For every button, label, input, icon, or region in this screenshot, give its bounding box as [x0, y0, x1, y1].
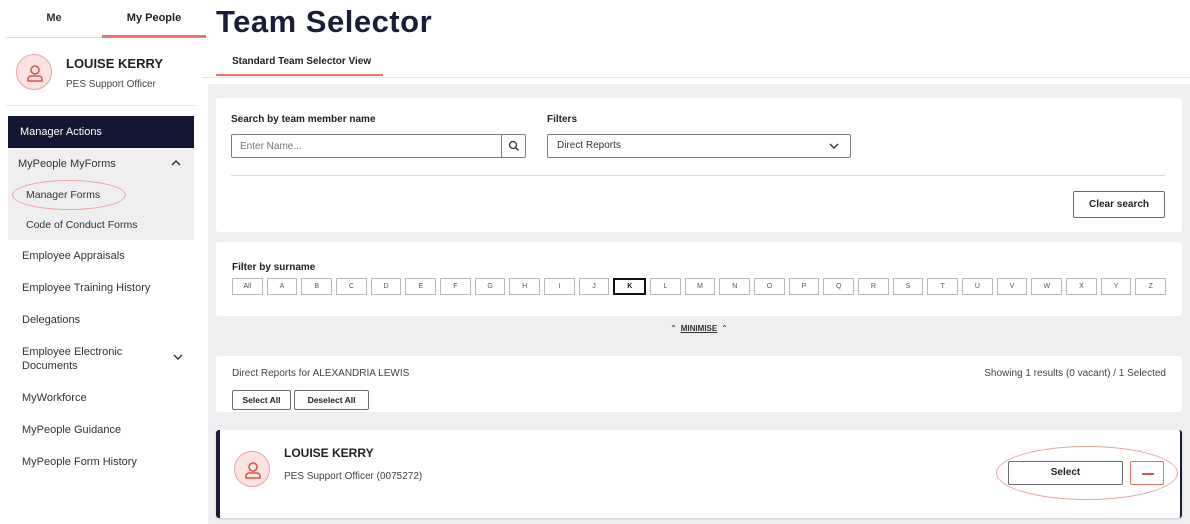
- select-all-button[interactable]: Select All: [232, 390, 291, 410]
- letter-filter-d[interactable]: D: [370, 278, 402, 295]
- sidebar-tabs: Me My People: [6, 0, 206, 38]
- letter-filter-h[interactable]: H: [509, 278, 541, 295]
- user-icon: [27, 65, 43, 82]
- letter-filter-z[interactable]: Z: [1135, 278, 1167, 295]
- surname-filter-card: Filter by surname All A B C D E F G H I J K L M N O P Q R S…: [216, 242, 1182, 316]
- surname-filter-label: Filter by surname: [232, 262, 316, 273]
- menu-employee-electronic-documents[interactable]: Employee Electronic Documents: [0, 336, 196, 382]
- member-role: PES Support Officer (0075272): [284, 471, 423, 482]
- member-name: LOUISE KERRY: [284, 446, 374, 460]
- search-button[interactable]: [501, 135, 525, 157]
- tab-divider: [202, 77, 1190, 78]
- letter-filter-r[interactable]: R: [858, 278, 889, 295]
- menu-mypeople-form-history[interactable]: MyPeople Form History: [0, 446, 196, 478]
- select-member-button[interactable]: Select: [1008, 461, 1123, 485]
- search-box: [231, 134, 526, 158]
- letter-filter-v[interactable]: V: [996, 278, 1028, 295]
- filters-label: Filters: [547, 114, 578, 125]
- chevron-up-icon: ⌃: [670, 324, 677, 333]
- letter-filter-n[interactable]: N: [719, 278, 751, 295]
- letter-filter-o[interactable]: O: [754, 278, 785, 295]
- tab-my-people[interactable]: My People: [102, 0, 206, 38]
- menu-group-label: MyPeople MyForms: [18, 158, 116, 170]
- tab-me[interactable]: Me: [6, 0, 102, 38]
- divider: [231, 175, 1165, 176]
- minimise-label: MINIMISE: [680, 324, 718, 333]
- page-title: Team Selector: [216, 4, 433, 39]
- letter-filter-p[interactable]: P: [788, 278, 820, 295]
- menu-group-mypeople-myforms: MyPeople MyForms Manager Forms Code of C…: [8, 148, 194, 240]
- profile-role: PES Support Officer: [66, 79, 156, 90]
- sidebar-menu: Manager Actions MyPeople MyForms Manager…: [0, 116, 196, 478]
- deselect-all-button[interactable]: Deselect All: [294, 390, 369, 410]
- user-icon: [245, 462, 261, 479]
- avatar: [16, 54, 52, 90]
- letter-filter-c[interactable]: C: [336, 278, 367, 295]
- remove-member-button[interactable]: [1130, 461, 1164, 485]
- letter-filter-e[interactable]: E: [405, 278, 437, 295]
- panel-area: Search by team member name Filters Direc…: [208, 84, 1190, 524]
- filters-select-value: Direct Reports: [557, 140, 621, 151]
- minimise-toggle[interactable]: ⌃ MINIMISE ⌃: [216, 324, 1182, 333]
- main-content: Team Selector Standard Team Selector Vie…: [202, 0, 1190, 524]
- letter-filter-i[interactable]: I: [544, 278, 575, 295]
- avatar: [234, 451, 270, 487]
- user-profile: LOUISE KERRY PES Support Officer: [6, 44, 196, 106]
- menu-manager-forms[interactable]: Manager Forms: [8, 180, 194, 210]
- profile-name: LOUISE KERRY: [66, 56, 164, 71]
- minus-icon: [1142, 473, 1154, 475]
- menu-manager-actions[interactable]: Manager Actions: [8, 116, 194, 148]
- letter-filter-j[interactable]: J: [578, 278, 610, 295]
- menu-mypeople-guidance[interactable]: MyPeople Guidance: [0, 414, 196, 446]
- letter-filter-t[interactable]: T: [927, 278, 959, 295]
- letter-filter-row: All A B C D E F G H I J K L M N O P Q R S T U V W X Y Z: [232, 278, 1167, 295]
- letter-filter-q[interactable]: Q: [823, 278, 855, 295]
- chevron-up-icon: [171, 160, 181, 166]
- tab-standard-team-selector-view[interactable]: Standard Team Selector View: [216, 52, 384, 76]
- results-title: Direct Reports for ALEXANDRIA LEWIS: [232, 368, 410, 379]
- search-card: Search by team member name Filters Direc…: [216, 98, 1182, 232]
- letter-filter-l[interactable]: L: [650, 278, 681, 295]
- letter-filter-f[interactable]: F: [440, 278, 471, 295]
- letter-filter-s[interactable]: S: [892, 278, 924, 295]
- menu-employee-training-history[interactable]: Employee Training History: [0, 272, 196, 304]
- letter-filter-b[interactable]: B: [301, 278, 333, 295]
- sidebar: Me My People LOUISE KERRY PES Support Of…: [0, 0, 206, 524]
- menu-code-of-conduct-forms[interactable]: Code of Conduct Forms: [8, 210, 194, 240]
- results-count: Showing 1 results (0 vacant) / 1 Selecte…: [984, 368, 1166, 379]
- results-card: Direct Reports for ALEXANDRIA LEWIS Show…: [216, 356, 1182, 412]
- letter-filter-w[interactable]: W: [1031, 278, 1063, 295]
- chevron-up-icon: ⌃: [721, 324, 728, 333]
- search-label: Search by team member name: [231, 114, 376, 125]
- letter-filter-g[interactable]: G: [474, 278, 506, 295]
- menu-mypeople-myforms[interactable]: MyPeople MyForms: [8, 148, 194, 180]
- letter-filter-y[interactable]: Y: [1100, 278, 1132, 295]
- letter-filter-m[interactable]: M: [684, 278, 716, 295]
- letter-filter-a[interactable]: A: [266, 278, 298, 295]
- letter-filter-all[interactable]: All: [232, 278, 263, 295]
- search-input[interactable]: [232, 135, 502, 157]
- letter-filter-x[interactable]: X: [1066, 278, 1097, 295]
- menu-item-label: Employee Electronic Documents: [22, 346, 123, 372]
- team-member-card: LOUISE KERRY PES Support Officer (007527…: [216, 430, 1182, 518]
- clear-search-button[interactable]: Clear search: [1073, 191, 1165, 218]
- filters-select[interactable]: Direct Reports: [547, 134, 851, 158]
- menu-employee-appraisals[interactable]: Employee Appraisals: [0, 240, 196, 272]
- menu-delegations[interactable]: Delegations: [0, 304, 196, 336]
- chevron-down-icon: [173, 354, 183, 360]
- chevron-down-icon: [829, 143, 839, 149]
- letter-filter-k[interactable]: K: [613, 278, 647, 295]
- letter-filter-u[interactable]: U: [962, 278, 993, 295]
- menu-myworkforce[interactable]: MyWorkforce: [0, 382, 196, 414]
- search-icon: [508, 140, 519, 151]
